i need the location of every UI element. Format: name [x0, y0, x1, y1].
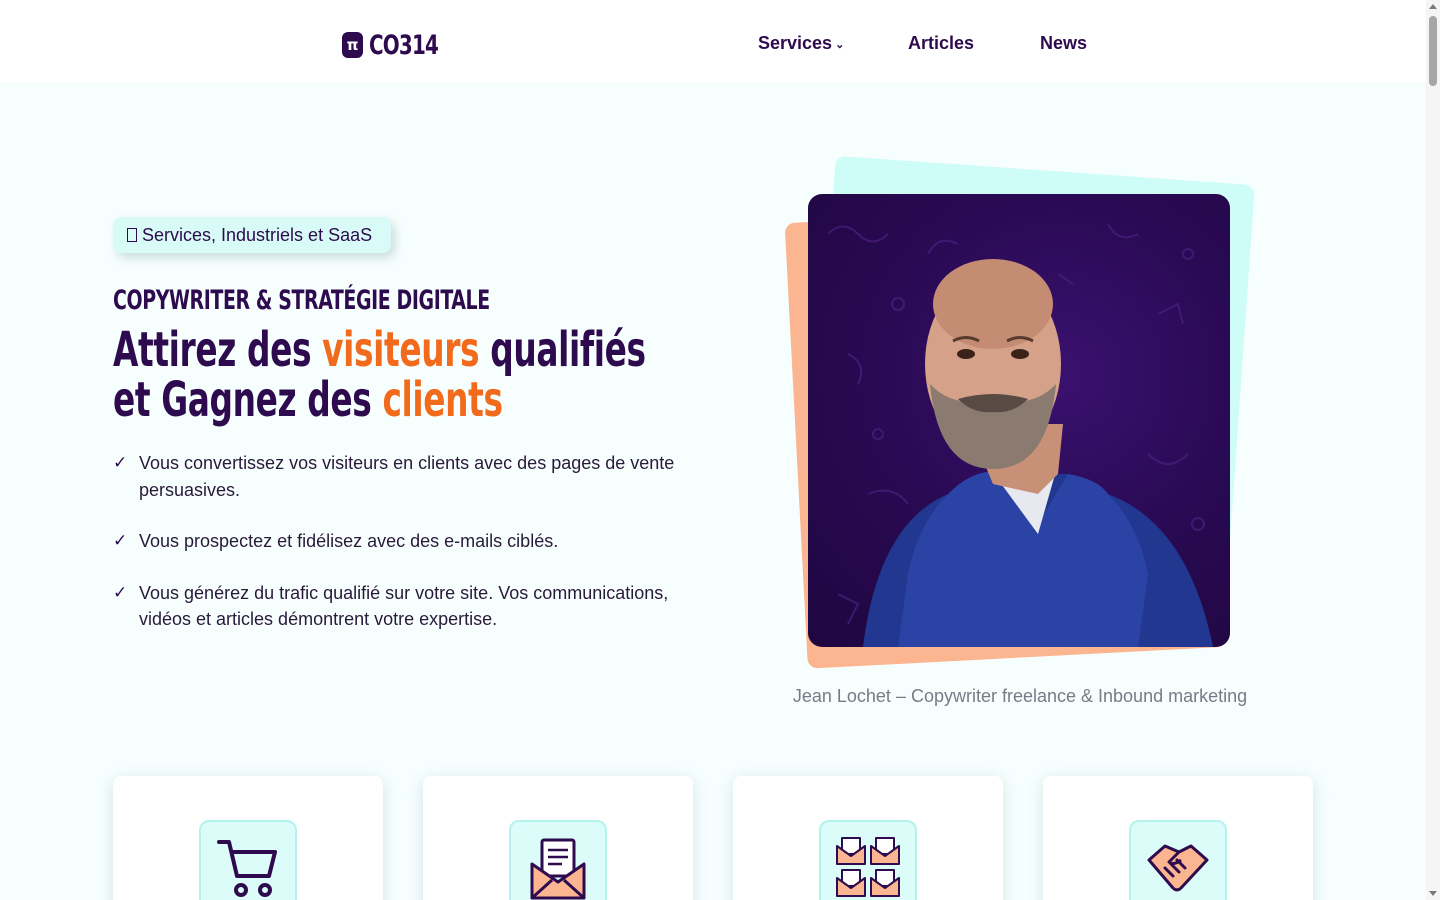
list-item: ✓ Vous prospectez et fidélisez avec des … [113, 528, 713, 555]
portrait-illustration [827, 223, 1213, 647]
service-card-sales-pages[interactable] [113, 776, 383, 900]
chevron-down-icon: ⌄ [835, 39, 845, 51]
hero-eyebrow: COPYWRITER & STRATÉGIE DIGITALE [113, 285, 490, 316]
list-item-text: Vous prospectez et fidélisez avec des e-… [139, 531, 559, 551]
portrait-frame [780, 155, 1260, 680]
checkmark-icon: ✓ [113, 531, 128, 551]
list-item: ✓ Vous générez du trafic qualifié sur vo… [113, 580, 713, 633]
headline-text: qualifiés [479, 322, 646, 378]
checkmark-icon: ✓ [113, 582, 128, 603]
missing-glyph-icon [127, 228, 137, 242]
hero-headline: Attirez des visiteurs qualifiés et Gagne… [113, 325, 646, 425]
list-item: ✓ Vous convertissez vos visiteurs en cli… [113, 450, 713, 503]
headline-accent: visiteurs [322, 322, 480, 378]
list-item-text: Vous convertissez vos visiteurs en clien… [139, 453, 675, 500]
scroll-down-arrow-icon[interactable] [1429, 891, 1437, 896]
mass-mailing-icon [819, 820, 917, 900]
scrollbar-thumb[interactable] [1429, 16, 1437, 86]
service-card-emails[interactable] [423, 776, 693, 900]
portrait-caption: Jean Lochet – Copywriter freelance & Inb… [792, 686, 1248, 706]
main-nav: Services ⌄ Articles News [0, 33, 1426, 57]
handshake-icon [1129, 820, 1227, 900]
nav-item-label: Services [758, 33, 833, 53]
headline-accent: clients [382, 372, 503, 428]
headline-text: et Gagnez des [113, 372, 383, 428]
nav-item-news[interactable]: News [1040, 33, 1087, 54]
service-card-mailing[interactable] [733, 776, 1003, 900]
badge-label: Services, Industriels et SaaS [142, 224, 373, 245]
scroll-up-arrow-icon[interactable] [1429, 4, 1437, 9]
shopping-cart-icon [199, 820, 297, 900]
benefits-list: ✓ Vous convertissez vos visiteurs en cli… [113, 450, 713, 658]
nav-item-articles[interactable]: Articles [908, 33, 974, 54]
checkmark-icon: ✓ [113, 453, 128, 473]
site-header: π CO314 Services ⌄ Articles News [0, 0, 1426, 82]
category-badge: Services, Industriels et SaaS [113, 217, 391, 253]
service-card-partnership[interactable] [1043, 776, 1313, 900]
envelope-letter-icon [509, 820, 607, 900]
list-item-text: Vous générez du trafic qualifié sur votr… [139, 582, 669, 630]
portrait-photo [808, 194, 1230, 647]
nav-item-services[interactable]: Services ⌄ [758, 33, 844, 54]
headline-text: Attirez des [113, 322, 323, 378]
page-scrollbar[interactable] [1426, 0, 1440, 900]
